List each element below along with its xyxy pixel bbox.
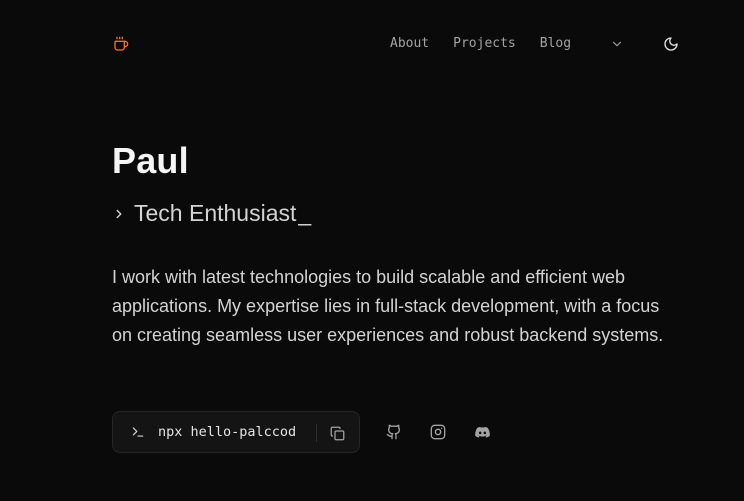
- instagram-link[interactable]: [429, 423, 447, 441]
- chevron-down-icon: [612, 41, 622, 47]
- top-nav: About Projects Blog: [0, 0, 744, 88]
- terminal-prompt-icon: [130, 425, 146, 439]
- npx-command-box: npx hello-palccod: [112, 411, 360, 453]
- discord-link[interactable]: [473, 423, 491, 441]
- nav-blog-link[interactable]: Blog: [540, 35, 571, 53]
- hero-bio: I work with latest technologies to build…: [112, 267, 664, 345]
- chevron-right-icon: [112, 207, 126, 221]
- copy-icon: [330, 426, 344, 440]
- nav-more-button[interactable]: [607, 35, 627, 53]
- github-icon: [386, 424, 401, 440]
- nav-links: About Projects Blog: [390, 35, 571, 53]
- moon-icon: [664, 37, 678, 51]
- nav-about-link[interactable]: About: [390, 35, 429, 53]
- nav-projects-link[interactable]: Projects: [453, 35, 516, 53]
- command-divider: [316, 424, 317, 442]
- hero-tagline: Tech Enthusiast _: [112, 200, 311, 227]
- copy-command-button[interactable]: [328, 424, 346, 442]
- github-link[interactable]: [385, 423, 403, 441]
- discord-icon: [474, 426, 490, 438]
- logo-coffee-icon[interactable]: [112, 35, 130, 53]
- command-text: npx hello-palccod: [158, 424, 297, 440]
- instagram-icon: [430, 424, 446, 440]
- hero-name: Paul: [112, 140, 189, 181]
- typing-cursor: _: [298, 200, 312, 226]
- tagline-text: Tech Enthusiast: [134, 200, 297, 226]
- theme-toggle-button[interactable]: [661, 34, 681, 54]
